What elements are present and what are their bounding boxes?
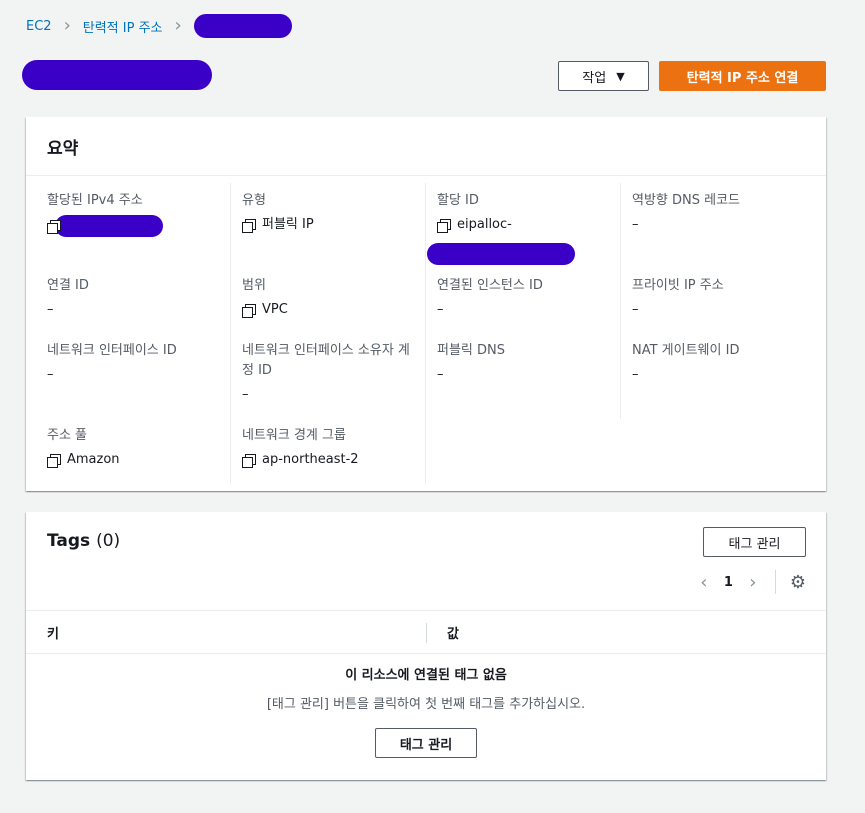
summary-title: 요약 (26, 117, 826, 176)
field-scope: 범위 VPC (242, 276, 422, 320)
field-value: – (47, 302, 54, 317)
column-divider (230, 183, 231, 485)
copy-icon[interactable] (242, 303, 256, 318)
field-network-interface-id: 네트워크 인터페이스 ID – (47, 341, 227, 385)
copy-icon[interactable] (242, 453, 256, 468)
field-label: 연결 ID (47, 278, 89, 293)
tags-title-text: Tags (47, 531, 91, 551)
pager-divider (774, 570, 776, 594)
chevron-left-icon[interactable]: ‹ (694, 572, 714, 593)
field-association-id: 연결 ID – (47, 276, 227, 320)
field-label: 할당 ID (437, 193, 479, 208)
field-value: – (632, 302, 639, 317)
field-allocation-id: 할당 ID eipalloc- (427, 191, 627, 265)
field-label: 할당된 IPv4 주소 (47, 193, 143, 208)
chevron-right-icon: › (63, 15, 71, 36)
column-divider (425, 183, 426, 485)
field-label: 주소 풀 (47, 428, 88, 443)
field-value: – (47, 367, 54, 382)
empty-state-description: [태그 관리] 버튼을 클릭하여 첫 번째 태그를 추가하십시오. (266, 697, 586, 712)
manage-tags-button[interactable]: 태그 관리 (703, 527, 806, 557)
actions-dropdown-button[interactable]: 작업 ▼ (558, 61, 649, 91)
allocation-id-redacted (427, 243, 575, 265)
field-private-ip: 프라이빗 IP 주소 – (632, 276, 812, 320)
field-value: – (437, 302, 444, 317)
field-address-pool: 주소 풀 Amazon (47, 426, 227, 470)
field-public-dns: 퍼블릭 DNS – (437, 341, 617, 385)
field-value: 퍼블릭 IP (262, 217, 314, 232)
field-value: Amazon (67, 452, 120, 467)
field-label: 퍼블릭 DNS (437, 343, 505, 358)
pagination: ‹ 1 › ⚙ (694, 570, 806, 594)
column-header-value[interactable]: 값 (447, 623, 459, 642)
field-network-border-group: 네트워크 경계 그룹 ap-northeast-2 (242, 426, 422, 470)
copy-icon[interactable] (437, 218, 451, 233)
gear-icon[interactable]: ⚙ (790, 572, 806, 593)
breadcrumb: EC2 › 탄력적 IP 주소 › (26, 14, 292, 38)
copy-icon[interactable] (47, 453, 61, 468)
field-label: 네트워크 인터페이스 ID (47, 343, 177, 358)
actions-label: 작업 (582, 70, 607, 86)
field-value: – (632, 217, 639, 232)
chevron-right-icon: › (174, 15, 182, 36)
field-label: 네트워크 경계 그룹 (242, 428, 346, 443)
copy-icon[interactable] (242, 218, 256, 233)
field-value: – (242, 387, 249, 402)
summary-panel: 요약 할당된 IPv4 주소 연결 ID – 네트워크 인터페이스 ID – 주… (26, 117, 826, 491)
field-label: 네트워크 인터페이스 소유자 계정 ID (242, 343, 410, 378)
page-title-redacted (22, 60, 212, 90)
field-allocated-ipv4: 할당된 IPv4 주소 (47, 191, 227, 237)
empty-state-title: 이 리소스에 연결된 태그 없음 (345, 668, 507, 683)
tags-count: (0) (96, 531, 121, 551)
field-label: 프라이빗 IP 주소 (632, 278, 724, 293)
breadcrumb-ec2-link[interactable]: EC2 (26, 19, 52, 34)
field-value: – (632, 367, 639, 382)
field-label: 유형 (242, 193, 266, 208)
copy-icon[interactable] (47, 219, 61, 234)
column-header-key[interactable]: 키 (47, 623, 59, 642)
empty-manage-tags-button[interactable]: 태그 관리 (375, 728, 477, 758)
field-label: 연결된 인스턴스 ID (437, 278, 543, 293)
field-network-interface-owner: 네트워크 인터페이스 소유자 계정 ID – (242, 341, 412, 405)
field-nat-gateway-id: NAT 게이트웨이 ID – (632, 341, 812, 385)
chevron-right-icon[interactable]: › (743, 572, 763, 593)
field-type: 유형 퍼블릭 IP (242, 191, 422, 235)
tags-panel: Tags (0) 태그 관리 ‹ 1 › ⚙ 키 값 이 리소스에 연결된 태그… (26, 512, 826, 780)
field-value: eipalloc- (457, 217, 512, 232)
caret-down-icon: ▼ (616, 69, 625, 83)
tags-title: Tags (0) (47, 531, 120, 551)
field-label: 범위 (242, 278, 266, 293)
field-value: VPC (262, 302, 288, 317)
column-divider (426, 623, 427, 643)
field-label: 역방향 DNS 레코드 (632, 193, 741, 208)
field-associated-instance-id: 연결된 인스턴스 ID – (437, 276, 617, 320)
associate-eip-button[interactable]: 탄력적 IP 주소 연결 (659, 61, 826, 91)
field-value: – (437, 367, 444, 382)
breadcrumb-current-redacted (193, 14, 292, 38)
field-reverse-dns: 역방향 DNS 레코드 – (632, 191, 812, 235)
tags-table-header: 키 값 (26, 610, 826, 654)
field-label: NAT 게이트웨이 ID (632, 343, 740, 358)
ipv4-value-redacted (55, 215, 163, 237)
field-value: ap-northeast-2 (262, 452, 359, 467)
breadcrumb-eip-link[interactable]: 탄력적 IP 주소 (83, 17, 163, 36)
page-number[interactable]: 1 (724, 575, 733, 590)
